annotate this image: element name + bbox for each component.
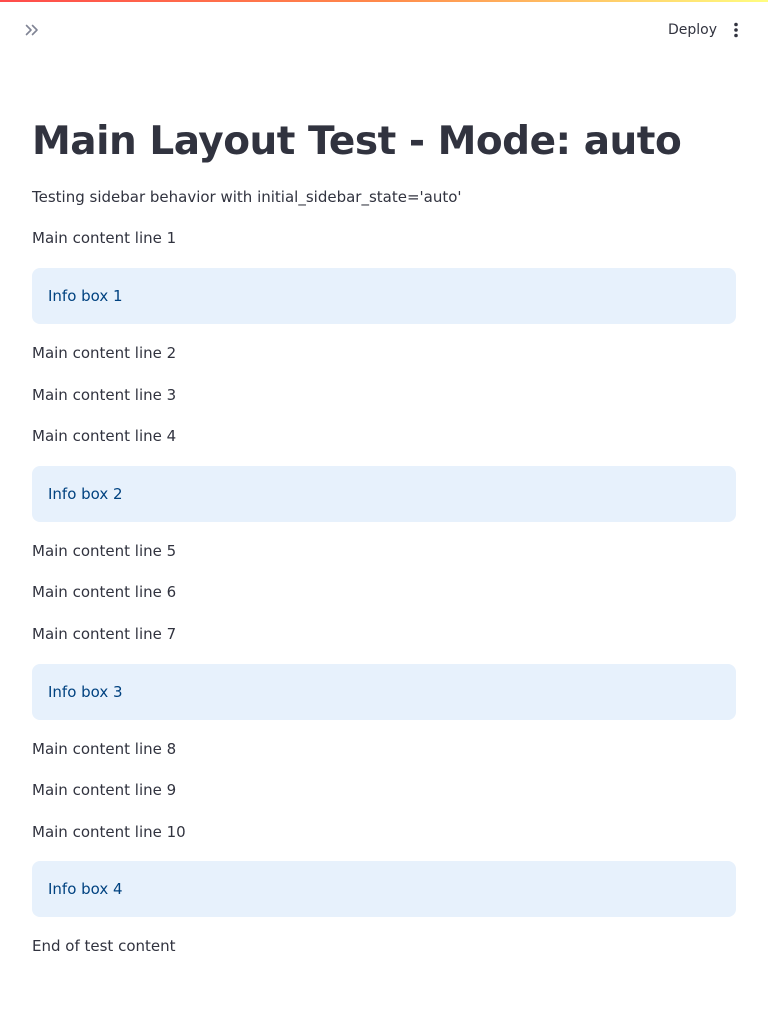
content-line: Main content line 8 <box>32 740 177 758</box>
main-content: Main Layout Test - Mode: auto Testing si… <box>32 110 736 958</box>
info-box-text: Info box 4 <box>48 880 123 898</box>
info-box: Info box 3 <box>32 664 736 720</box>
footer-text: End of test content <box>32 937 176 955</box>
content-line: Main content line 9 <box>32 781 177 799</box>
deploy-label: Deploy <box>668 22 718 38</box>
content-line: Main content line 4 <box>32 427 177 445</box>
content-line: Main content line 7 <box>32 625 177 643</box>
info-box: Info box 1 <box>32 268 736 324</box>
double-chevron-right-icon <box>25 24 38 36</box>
info-box-text: Info box 3 <box>48 683 123 701</box>
info-box-text: Info box 2 <box>48 485 123 503</box>
page-title: Main Layout Test - Mode: auto <box>32 119 682 164</box>
page-subtitle: Testing sidebar behavior with initial_si… <box>32 188 462 206</box>
content-line: Main content line 1 <box>32 229 177 247</box>
content-line: Main content line 3 <box>32 386 177 404</box>
expand-sidebar-button[interactable] <box>18 16 46 44</box>
main-menu-button[interactable] <box>724 16 748 44</box>
content-line: Main content line 6 <box>32 583 177 601</box>
info-box-text: Info box 1 <box>48 287 123 305</box>
info-box: Info box 2 <box>32 466 736 522</box>
info-box: Info box 4 <box>32 861 736 917</box>
vertical-ellipsis-icon <box>734 22 738 38</box>
app-header: Deploy <box>0 2 768 60</box>
content-line: Main content line 5 <box>32 542 177 560</box>
content-line: Main content line 10 <box>32 823 186 841</box>
deploy-button[interactable]: Deploy <box>660 16 725 44</box>
content-line: Main content line 2 <box>32 344 177 362</box>
